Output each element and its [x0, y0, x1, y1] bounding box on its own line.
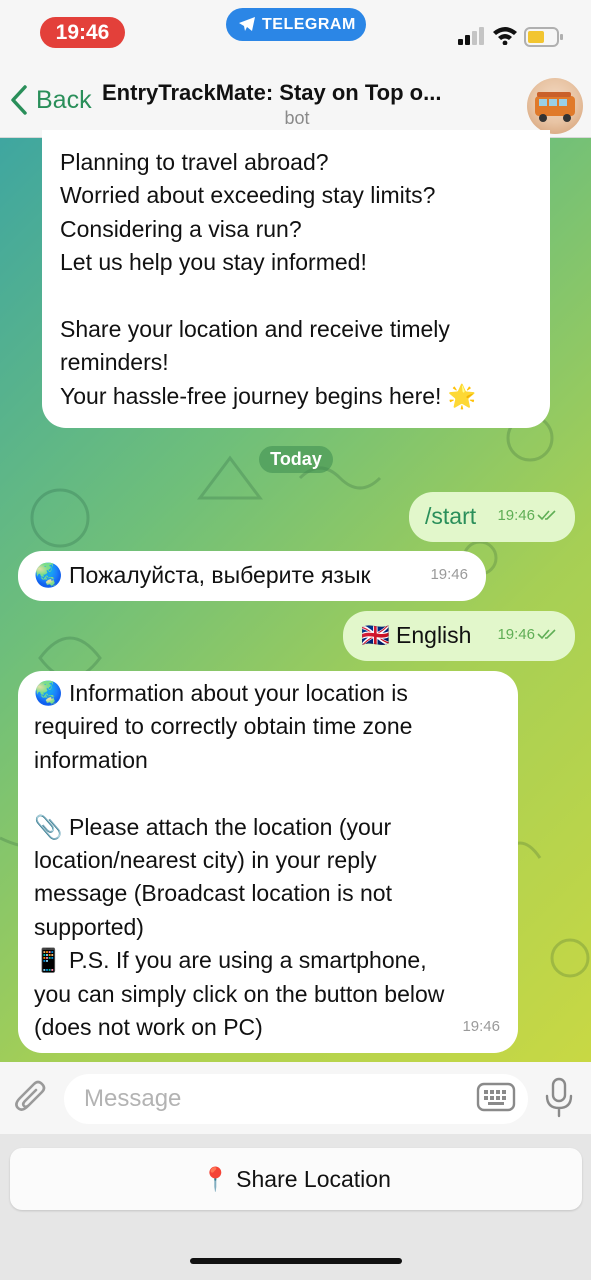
chevron-left-icon	[11, 85, 27, 115]
message-line: information	[34, 746, 148, 773]
chat-header: Back EntryTrackMate: Stay on Top o... bo…	[0, 58, 591, 138]
message-line: required to correctly obtain time zone	[34, 713, 413, 740]
wifi-icon	[493, 27, 517, 45]
back-button[interactable]: Back	[10, 82, 92, 118]
message-time: 19:46	[497, 618, 557, 651]
message-composer	[0, 1062, 591, 1134]
message-line: Share your location and receive timely	[60, 316, 450, 343]
message-line: Planning to travel abroad?	[60, 149, 329, 175]
telegram-pill-label: TELEGRAM	[262, 16, 356, 33]
message-line: (does not work on PC)	[34, 1014, 263, 1041]
microphone-icon[interactable]	[543, 1076, 575, 1120]
status-bar: 19:46 TELEGRAM	[0, 0, 591, 58]
chat-subtitle: bot	[284, 108, 310, 128]
signal-icon	[458, 27, 484, 45]
message-line: location/nearest city) in your reply	[34, 847, 377, 874]
message-line: reminders!	[60, 349, 169, 376]
back-label: Back	[36, 85, 92, 114]
time-text: 19:46	[497, 625, 535, 643]
message-text: 🇬🇧 English	[361, 622, 472, 648]
message-input[interactable]	[64, 1074, 528, 1124]
bus-avatar-image	[535, 92, 575, 122]
language-prompt-bubble: 🌏 Пожалуйста, выберите язык 19:46	[18, 551, 486, 601]
avatar[interactable]	[527, 78, 583, 134]
home-indicator[interactable]	[190, 1258, 402, 1264]
status-time: 19:46	[40, 17, 125, 48]
message-line: Your hassle-free journey begins here! 🌟	[60, 382, 477, 409]
share-location-button[interactable]: 📍 Share Location	[10, 1148, 582, 1210]
telegram-plane-icon	[239, 17, 255, 31]
message-time: 19:46	[430, 565, 468, 583]
message-line: 🌏 Information about your location is	[34, 680, 408, 706]
message-line: 📎 Please attach the location (your	[34, 813, 392, 840]
message-line	[34, 777, 502, 810]
message-time: 19:46	[497, 499, 557, 532]
message-time: 19:46	[462, 1017, 500, 1035]
message-line: Let us help you stay informed!	[60, 249, 367, 276]
time-text: 19:46	[497, 506, 535, 524]
bot-keyboard: 📍 Share Location	[0, 1134, 591, 1280]
welcome-message-bubble: Planning to travel abroad? Worried about…	[42, 130, 550, 428]
keyboard-icon[interactable]	[476, 1081, 516, 1113]
message-line: Worried about exceeding stay limits?	[60, 182, 436, 209]
paperclip-icon[interactable]	[14, 1078, 50, 1118]
double-check-icon	[537, 629, 556, 640]
date-badge: Today	[259, 446, 333, 473]
outgoing-start-bubble: /start 19:46	[409, 492, 575, 542]
double-check-icon	[537, 510, 556, 521]
location-info-bubble: 🌏 Information about your location is req…	[18, 671, 518, 1053]
share-location-label: 📍 Share Location	[201, 1165, 391, 1192]
battery-icon	[524, 27, 563, 47]
telegram-return-pill[interactable]: TELEGRAM	[226, 8, 366, 41]
message-text: 🌏 Пожалуйста, выберите язык	[34, 562, 371, 588]
message-line: message (Broadcast location is not	[34, 880, 392, 907]
chat-title[interactable]: EntryTrackMate: Stay on Top o...	[102, 80, 502, 106]
message-text: /start	[425, 503, 477, 529]
message-line: supported)	[34, 913, 144, 940]
message-line	[60, 280, 532, 313]
message-line: you can simply click on the button below	[34, 980, 445, 1007]
outgoing-english-bubble: 🇬🇧 English 19:46	[343, 611, 575, 661]
message-line: 📱 P.S. If you are using a smartphone,	[34, 947, 427, 974]
message-line: Considering a visa run?	[60, 215, 302, 242]
